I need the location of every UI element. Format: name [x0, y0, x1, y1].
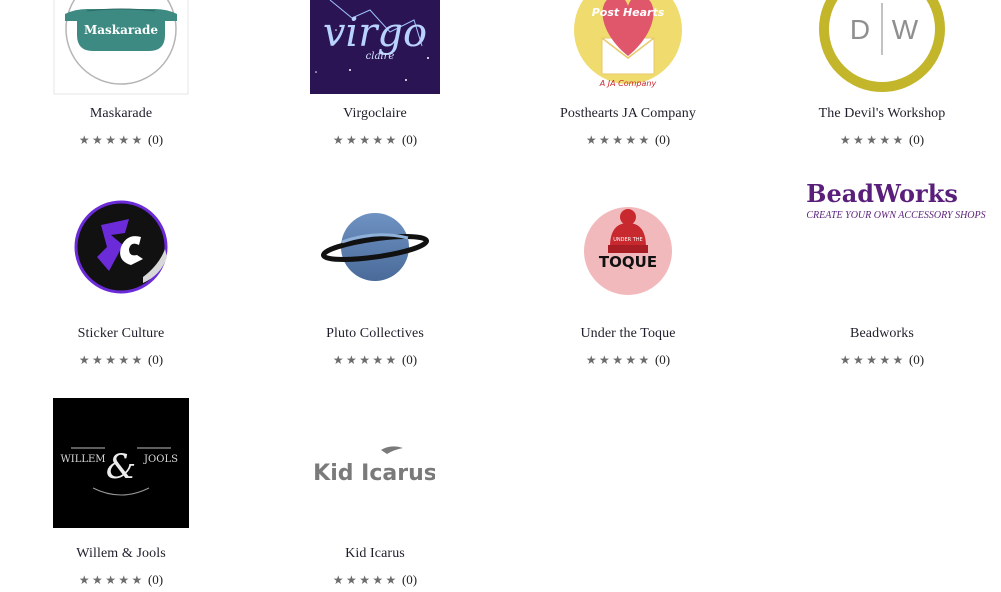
virgoclaire-logo: virgo claire: [310, 0, 440, 94]
rating-count: (0): [654, 352, 671, 367]
shop-rating: ★★★★★ (0): [0, 572, 246, 588]
shop-logo-kid-icarus[interactable]: Kid Icarus: [250, 392, 500, 542]
maskarade-logo-text: Maskarade: [84, 23, 158, 37]
toque-logo-text: TOQUE: [599, 253, 657, 271]
shop-card-devils-workshop[interactable]: D W The Devil's Workshop ★★★★★ (0): [757, 0, 1001, 152]
rating-count: (0): [908, 132, 925, 147]
toque-logo: UNDER THE TOQUE: [584, 207, 672, 295]
shop-rating: ★★★★★ (0): [250, 352, 500, 368]
devils-workshop-logo: D W: [819, 0, 945, 92]
shop-card-beadworks[interactable]: BeadWorks CREATE YOUR OWN ACCESSORY SHOP…: [757, 172, 1001, 372]
rating-count: (0): [147, 132, 164, 147]
kid-icarus-logo-text: Kid Icarus: [315, 461, 435, 486]
shop-logo-beadworks[interactable]: BeadWorks CREATE YOUR OWN ACCESSORY SHOP…: [757, 172, 1001, 322]
shop-name[interactable]: Virgoclaire: [250, 106, 500, 122]
posthearts-logo: Post Hearts A JA Company: [574, 0, 682, 88]
rating-count: (0): [401, 572, 418, 587]
shop-name[interactable]: Under the Toque: [503, 326, 753, 342]
shop-card-virgoclaire[interactable]: virgo claire Virgoclaire ★★★★★ (0): [250, 0, 500, 152]
shop-logo-under-the-toque[interactable]: UNDER THE TOQUE: [503, 172, 753, 322]
shop-name[interactable]: The Devil's Workshop: [757, 106, 1001, 122]
shop-logo-virgoclaire[interactable]: virgo claire: [250, 0, 500, 102]
rating-stars: ★★★★★: [332, 573, 399, 587]
rating-stars: ★★★★★: [78, 573, 145, 587]
shop-logo-maskarade[interactable]: Maskarade: [0, 0, 246, 102]
shop-name[interactable]: Maskarade: [0, 106, 246, 122]
maskarade-logo: Maskarade: [53, 0, 189, 95]
shop-name[interactable]: Sticker Culture: [0, 326, 246, 342]
rating-stars: ★★★★★: [839, 133, 906, 147]
shop-rating: ★★★★★ (0): [0, 132, 246, 148]
rating-count: (0): [908, 352, 925, 367]
rating-stars: ★★★★★: [585, 133, 652, 147]
willem-jools-logo: WILLEM JOOLS &: [53, 398, 189, 528]
devils-logo-left: D: [850, 14, 870, 45]
shop-card-posthearts[interactable]: Post Hearts A JA Company Posthearts JA C…: [503, 0, 753, 152]
shop-grid: Maskarade Maskarade ★★★★★ (0) virgo clai…: [0, 0, 1001, 587]
shop-name[interactable]: Kid Icarus: [250, 546, 500, 562]
shop-logo-pluto-collectives[interactable]: [250, 172, 500, 322]
virgo-logo-text: virgo: [323, 10, 427, 56]
rating-stars: ★★★★★: [332, 353, 399, 367]
shop-card-pluto-collectives[interactable]: Pluto Collectives ★★★★★ (0): [250, 172, 500, 372]
shop-name[interactable]: Beadworks: [757, 326, 1001, 342]
sticker-culture-logo: SC: [74, 200, 168, 294]
willem-logo-right: JOOLS: [143, 454, 178, 465]
shop-card-willem-jools[interactable]: WILLEM JOOLS & Willem & Jools ★★★★★ (0): [0, 392, 246, 592]
shop-logo-posthearts[interactable]: Post Hearts A JA Company: [503, 0, 753, 102]
posthearts-logo-subtext: A JA Company: [599, 79, 657, 88]
rating-count: (0): [147, 352, 164, 367]
kid-icarus-logo: Kid Icarus: [315, 446, 435, 486]
shop-card-maskarade[interactable]: Maskarade Maskarade ★★★★★ (0): [0, 0, 246, 152]
shop-rating: ★★★★★ (0): [503, 352, 753, 368]
shop-rating: ★★★★★ (0): [757, 352, 1001, 368]
rating-stars: ★★★★★: [78, 133, 145, 147]
rating-stars: ★★★★★: [332, 133, 399, 147]
pluto-planet-icon: [320, 213, 430, 281]
shop-logo-willem-jools[interactable]: WILLEM JOOLS &: [0, 392, 246, 542]
shop-logo-devils-workshop[interactable]: D W: [757, 0, 1001, 102]
toque-logo-subtext: UNDER THE: [613, 237, 642, 243]
rating-stars: ★★★★★: [585, 353, 652, 367]
shop-card-kid-icarus[interactable]: Kid Icarus Kid Icarus ★★★★★ (0): [250, 392, 500, 592]
shop-logo-sticker-culture[interactable]: SC: [0, 172, 246, 322]
shop-rating: ★★★★★ (0): [250, 132, 500, 148]
shop-name[interactable]: Posthearts JA Company: [503, 106, 753, 122]
rating-stars: ★★★★★: [78, 353, 145, 367]
shop-rating: ★★★★★ (0): [250, 572, 500, 588]
willem-logo-amp: &: [106, 447, 136, 487]
rating-stars: ★★★★★: [839, 353, 906, 367]
shop-rating: ★★★★★ (0): [0, 352, 246, 368]
shop-rating: ★★★★★ (0): [503, 132, 753, 148]
devils-logo-right: W: [892, 14, 919, 45]
beadworks-logo-text: BeadWorks: [806, 179, 958, 208]
shop-card-under-the-toque[interactable]: UNDER THE TOQUE Under the Toque ★★★★★ (0…: [503, 172, 753, 372]
shop-card-sticker-culture[interactable]: SC Sticker Culture ★★★★★ (0): [0, 172, 246, 372]
shop-rating: ★★★★★ (0): [757, 132, 1001, 148]
posthearts-logo-text: Post Hearts: [592, 6, 665, 19]
rating-count: (0): [147, 572, 164, 587]
beadworks-logo: BeadWorks CREATE YOUR OWN ACCESSORY SHOP…: [806, 179, 985, 221]
shop-name[interactable]: Pluto Collectives: [250, 326, 500, 342]
rating-count: (0): [654, 132, 671, 147]
willem-logo-left: WILLEM: [60, 454, 105, 465]
virgo-logo-subtext: claire: [366, 51, 395, 62]
beadworks-logo-subtext: CREATE YOUR OWN ACCESSORY SHOPS: [806, 210, 985, 221]
rating-count: (0): [401, 352, 418, 367]
shop-name[interactable]: Willem & Jools: [0, 546, 246, 562]
rating-count: (0): [401, 132, 418, 147]
